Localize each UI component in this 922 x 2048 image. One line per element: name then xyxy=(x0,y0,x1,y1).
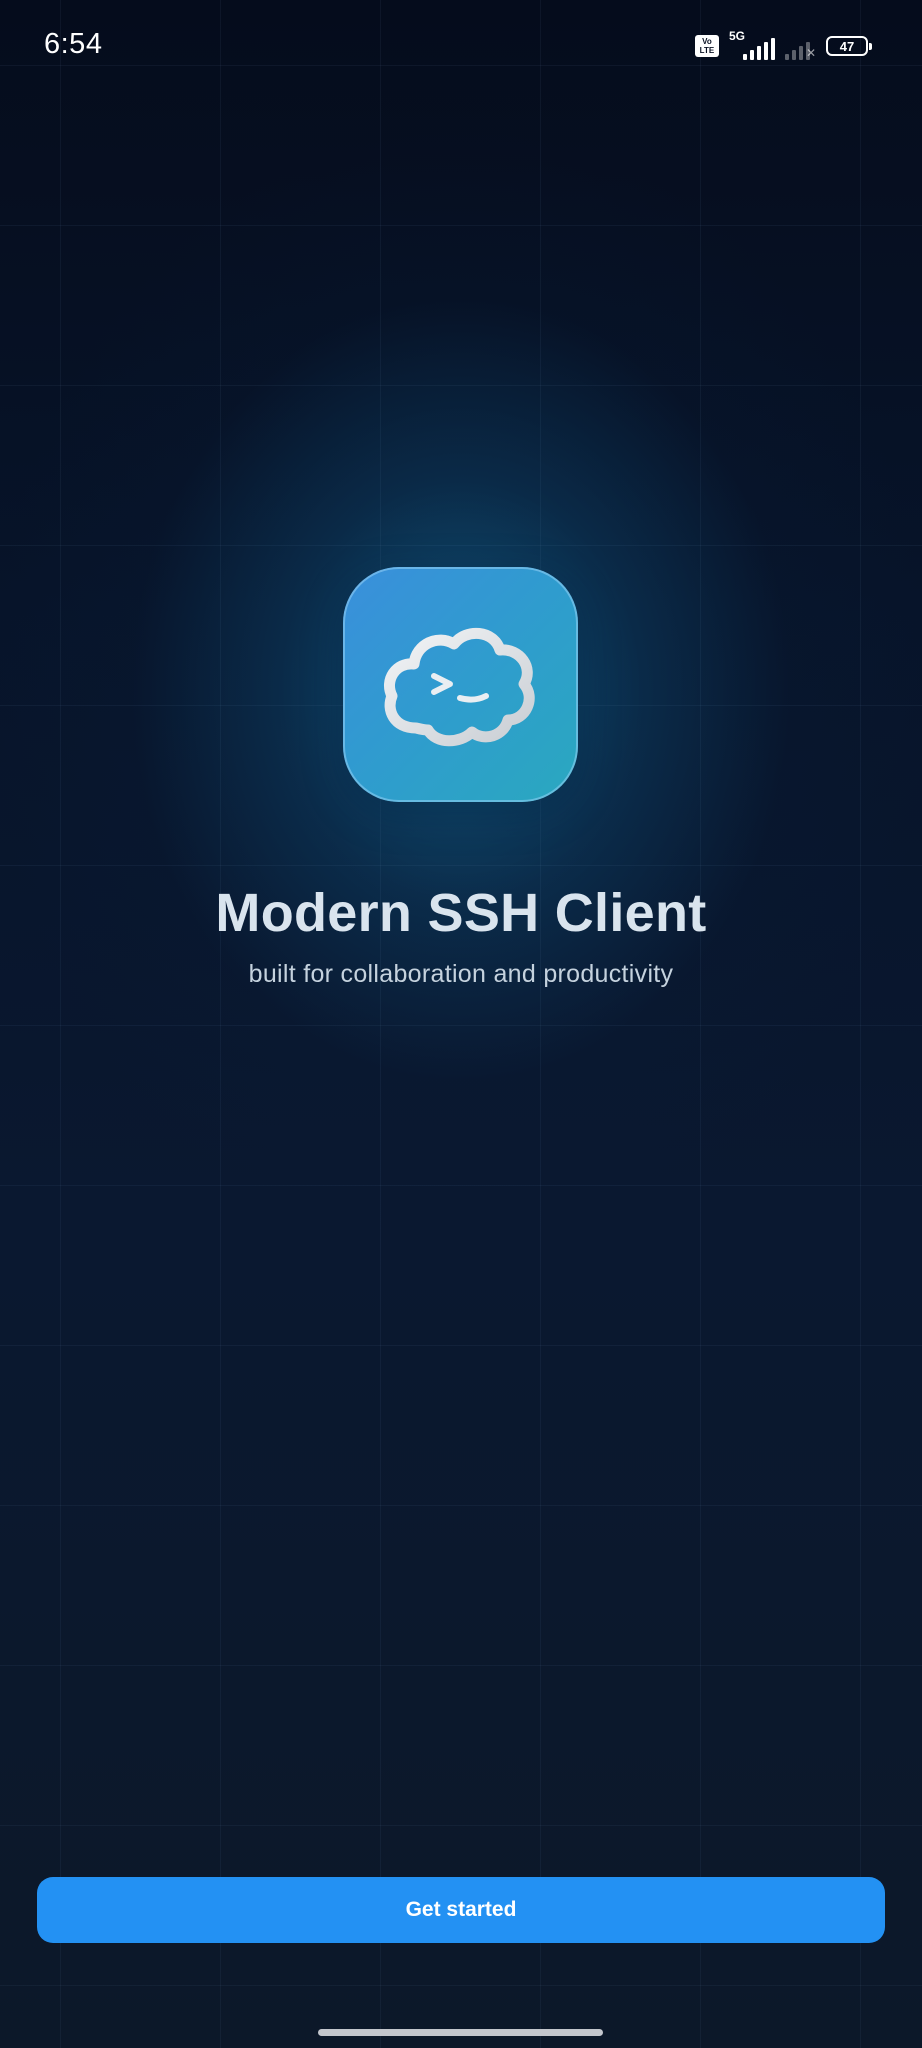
no-signal-x-icon: ✕ xyxy=(805,46,816,60)
home-indicator[interactable] xyxy=(318,2029,603,2036)
battery-level: 47 xyxy=(839,38,855,54)
terminal-cloud-icon xyxy=(383,627,535,746)
background-grid xyxy=(0,0,922,2048)
volte-icon: Vo LTE xyxy=(694,35,719,57)
battery-icon: 47 xyxy=(826,36,872,56)
page-title: Modern SSH Client xyxy=(215,883,707,943)
status-bar: 6:54 Vo LTE 5G ✕ 47 xyxy=(0,0,922,92)
cellular-signal-icon: 5G xyxy=(728,29,775,60)
status-icons: Vo LTE 5G ✕ 47 xyxy=(694,29,872,60)
app-logo xyxy=(343,567,578,802)
get-started-button[interactable]: Get started xyxy=(37,1877,885,1943)
status-time: 6:54 xyxy=(44,28,103,60)
secondary-signal-icon: ✕ xyxy=(784,32,816,60)
page-subtitle: built for collaboration and productivity xyxy=(248,960,674,988)
network-type-label: 5G xyxy=(728,29,745,43)
welcome-screen: 6:54 Vo LTE 5G ✕ 47 Modern SSH Client bu… xyxy=(0,0,922,2048)
